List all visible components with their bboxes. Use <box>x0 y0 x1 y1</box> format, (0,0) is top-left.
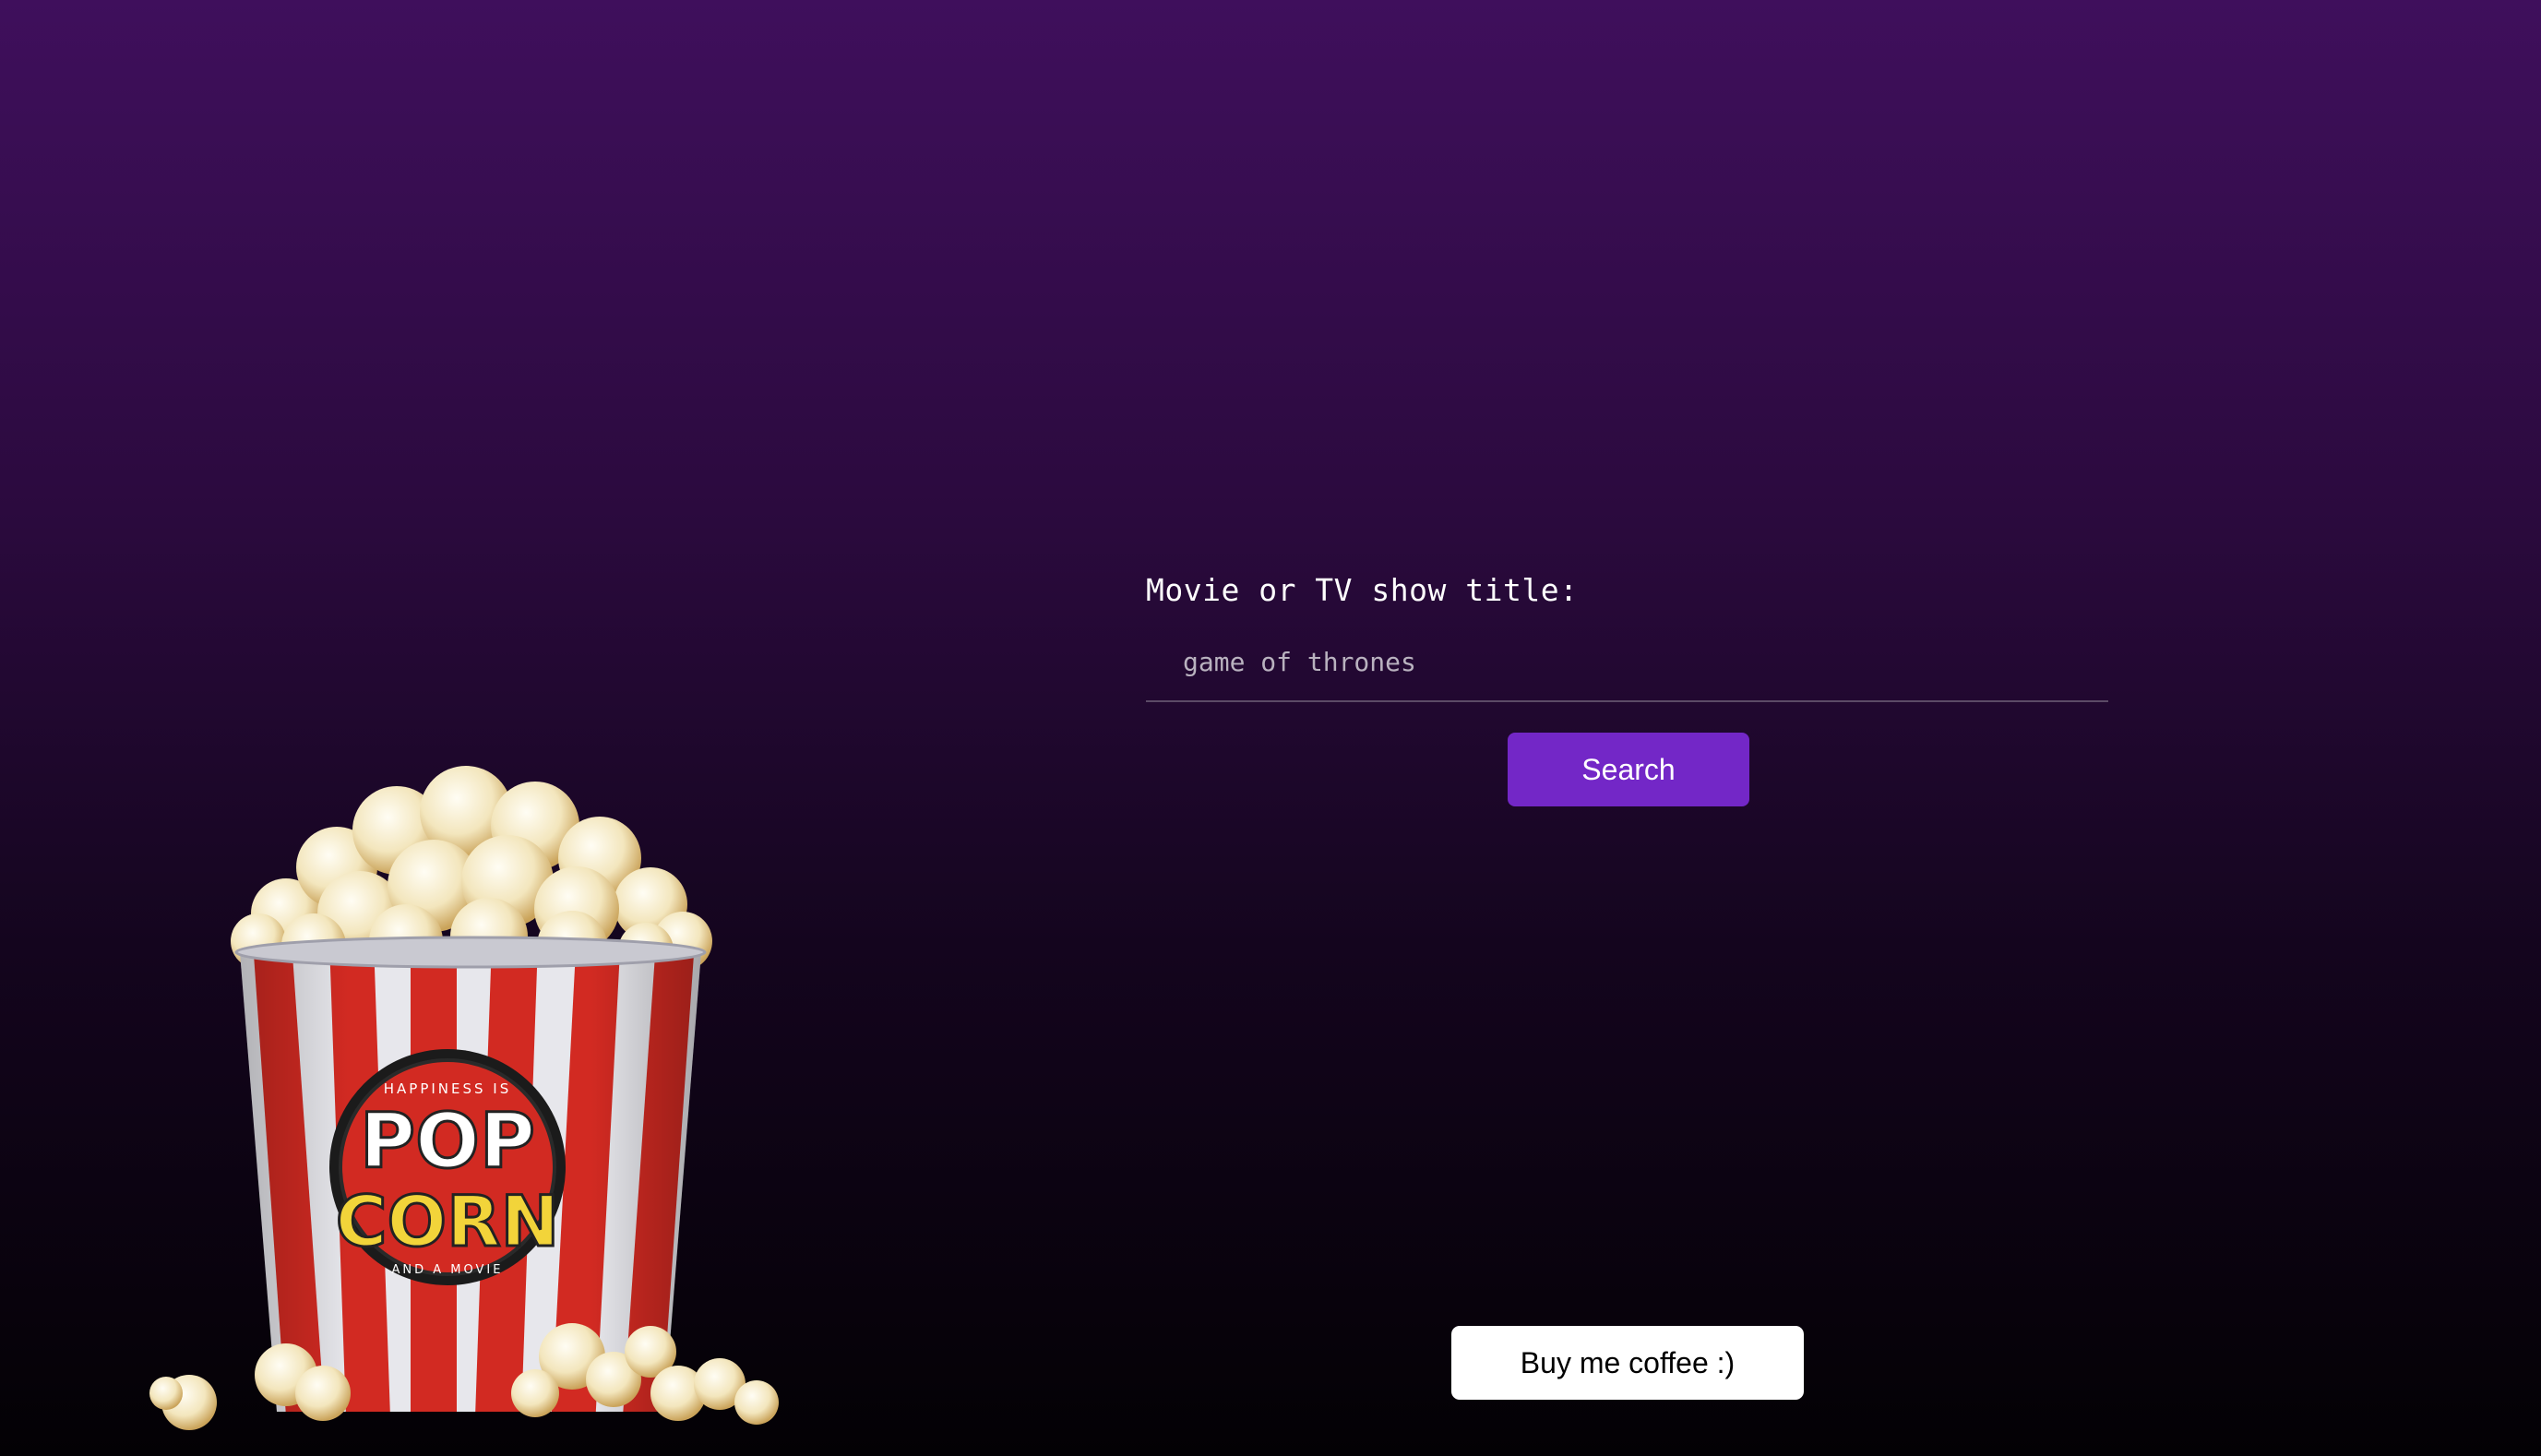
title-field-label: Movie or TV show title: <box>1146 572 1579 608</box>
svg-text:CORN: CORN <box>336 1180 560 1262</box>
svg-text:POP: POP <box>360 1098 535 1186</box>
buy-me-coffee-button[interactable]: Buy me coffee :) <box>1451 1326 1804 1400</box>
svg-text:AND A MOVIE: AND A MOVIE <box>392 1263 504 1277</box>
search-form: Movie or TV show title: Search <box>1146 572 2108 806</box>
popcorn-bucket-image: HAPPINESS IS POP CORN AND A MOVIE <box>149 766 779 1430</box>
svg-text:HAPPINESS IS: HAPPINESS IS <box>384 1080 512 1097</box>
title-search-input[interactable] <box>1146 634 2108 702</box>
search-button[interactable]: Search <box>1508 733 1749 806</box>
popcorn-logo: HAPPINESS IS POP CORN AND A MOVIE <box>329 1049 566 1285</box>
